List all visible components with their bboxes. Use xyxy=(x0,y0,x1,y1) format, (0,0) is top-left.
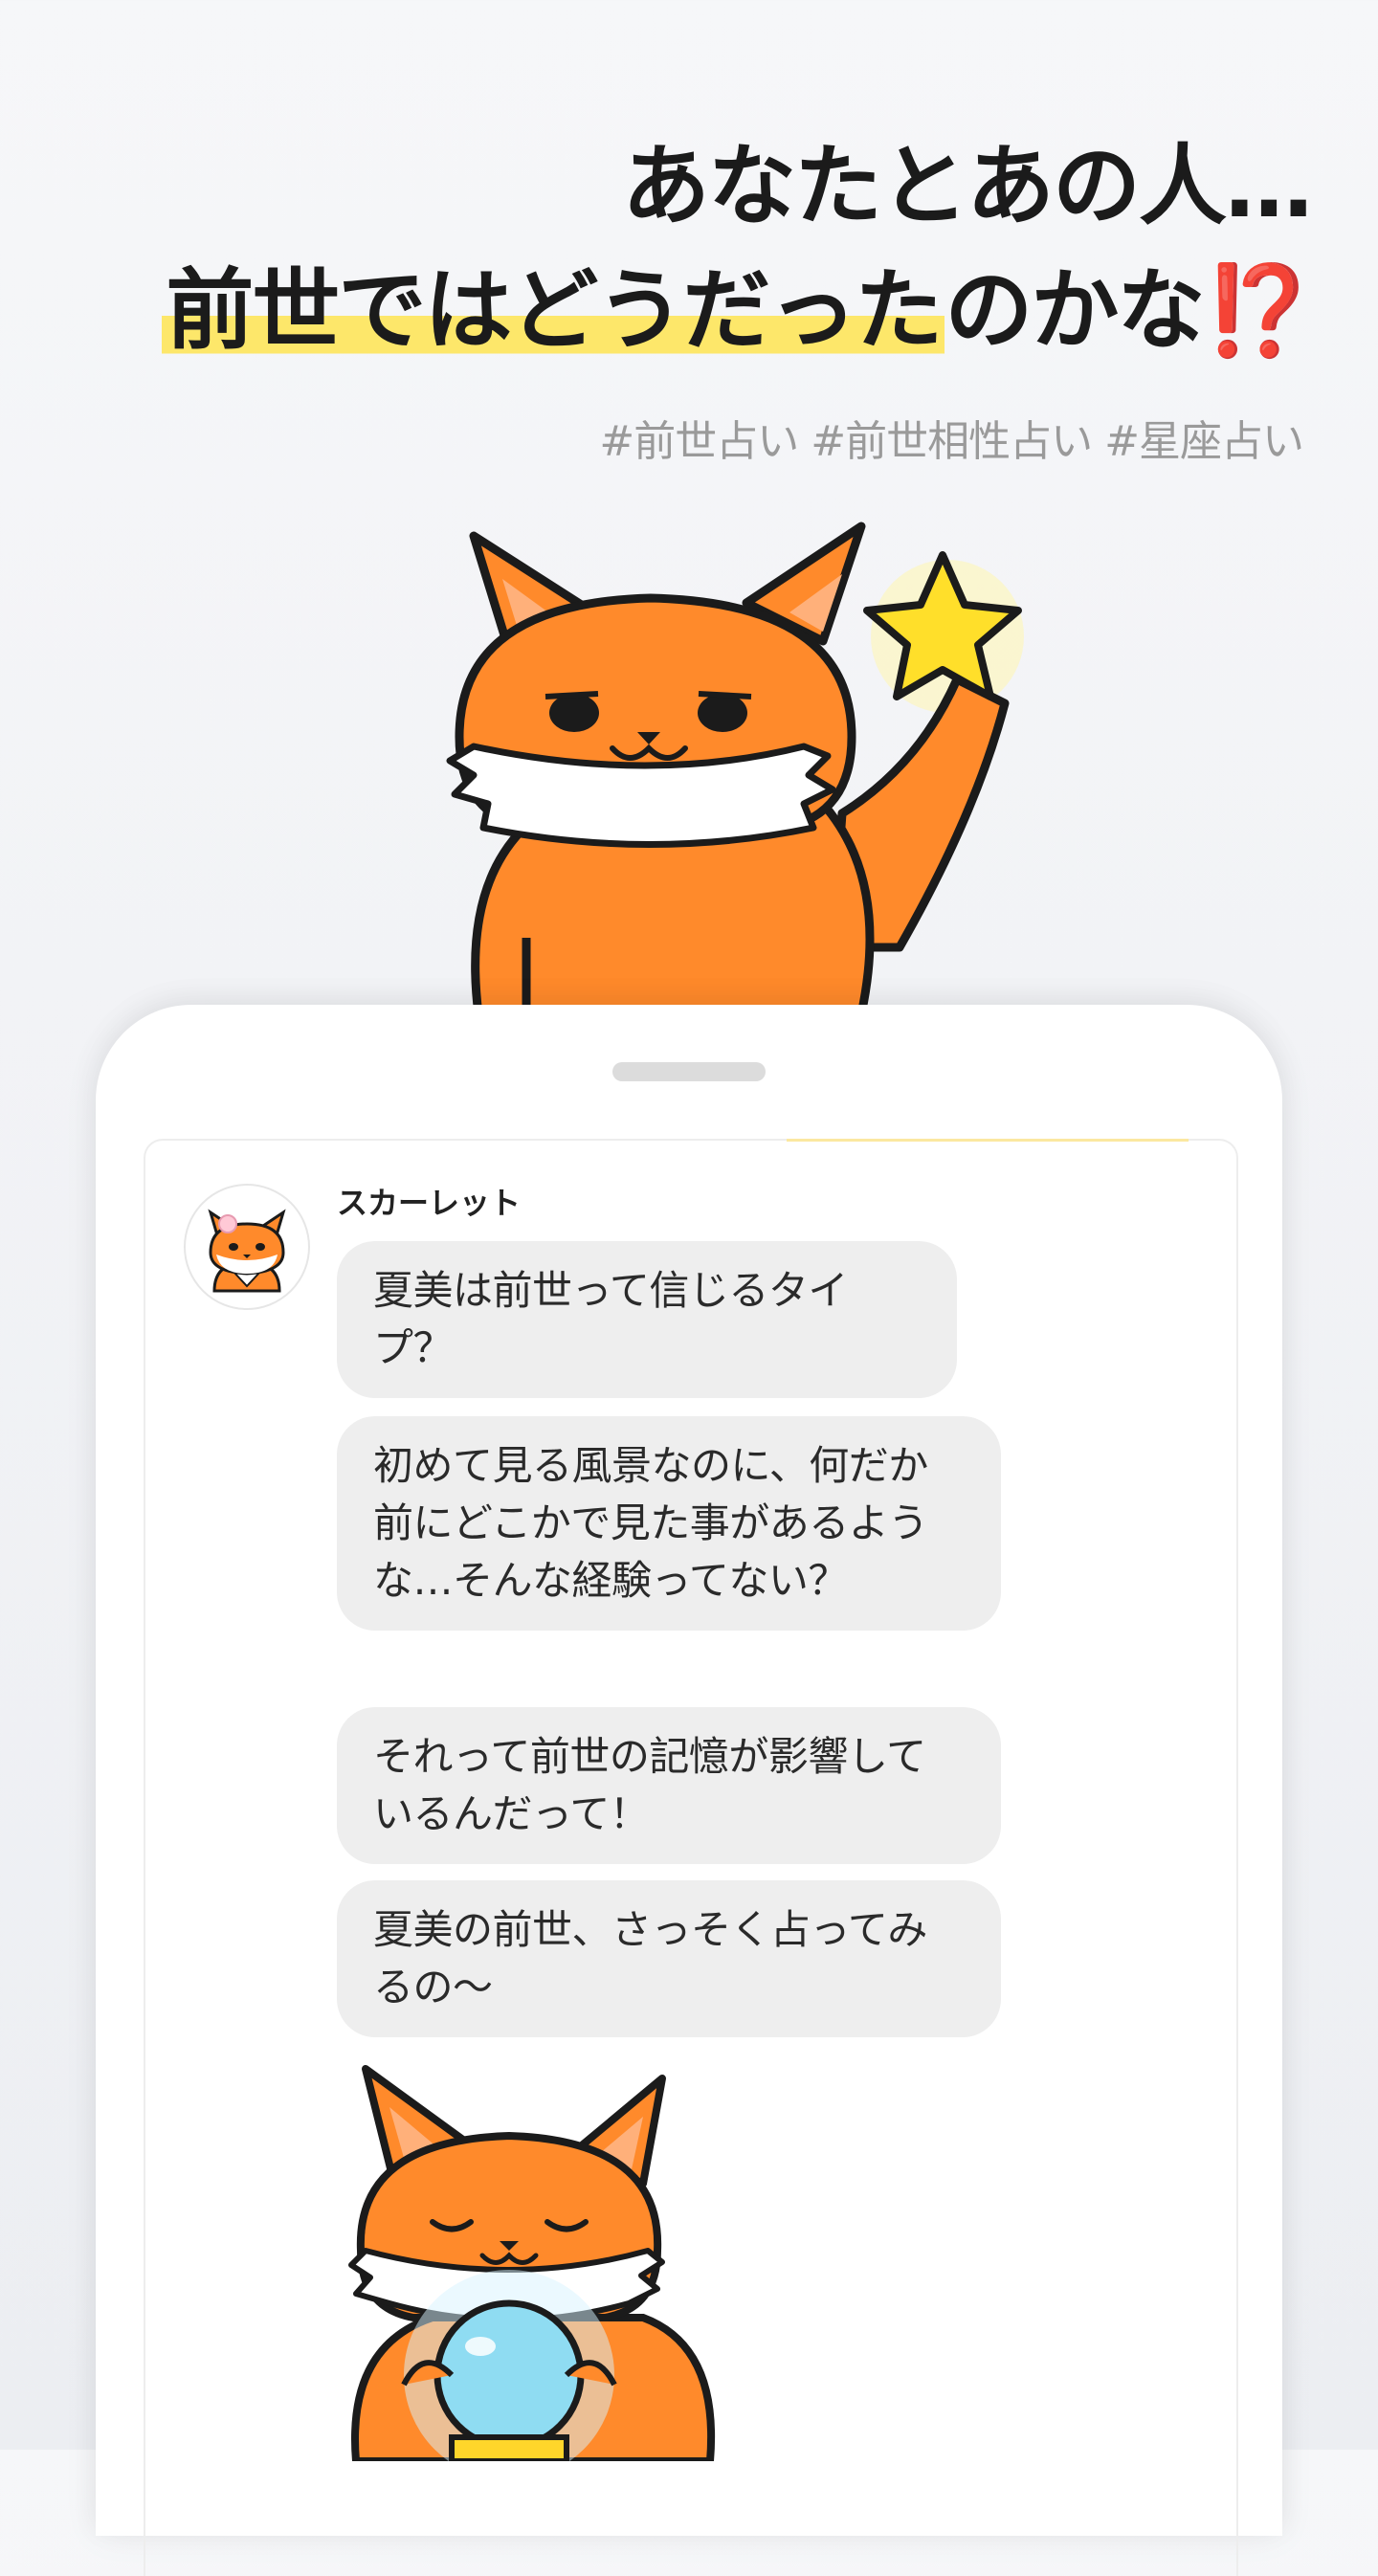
fox-avatar-icon xyxy=(208,1209,286,1293)
headline-line1: あなたとあの人… xyxy=(621,135,1313,237)
chat-bubble: 夏美の前世、さっそく占ってみるの〜 xyxy=(337,1880,1001,2037)
chat-screen: スカーレット 夏美は前世って信じるタイプ？ 初めて見る風景なのに、何だか前にどこ… xyxy=(144,1139,1238,2576)
hashtags: #前世占い #前世相性占い #星座占い xyxy=(599,417,1304,466)
phone-mockup: スカーレット 夏美は前世って信じるタイプ？ 初めて見る風景なのに、何だか前にどこ… xyxy=(96,1005,1282,2576)
headline-line2: 前世ではどうだったのかな⁉️ xyxy=(162,249,1313,373)
chat-bubble: 初めて見る風景なのに、何だか前にどこかで見た事があるような…そんな経験ってない？ xyxy=(337,1416,1001,1631)
headline: あなたとあの人… 前世ではどうだったのかな⁉️ xyxy=(162,124,1313,373)
avatar[interactable] xyxy=(184,1184,310,1310)
fox-with-star-illustration xyxy=(446,522,1024,1014)
headline-rest: のかな xyxy=(945,259,1205,362)
phone-notch xyxy=(612,1062,766,1081)
headline-highlight: 前世ではどうだった xyxy=(162,259,945,362)
exclamation-icon: ⁉️ xyxy=(1203,259,1313,362)
fox-crystal-ball-sticker xyxy=(348,2065,716,2461)
chat-bubble: 夏美は前世って信じるタイプ？ xyxy=(337,1241,957,1398)
sender-name: スカーレット xyxy=(337,1185,522,1221)
chat-bubble: それって前世の記憶が影響しているんだって！ xyxy=(337,1707,1001,1864)
header-accent-line xyxy=(787,1139,1189,1142)
